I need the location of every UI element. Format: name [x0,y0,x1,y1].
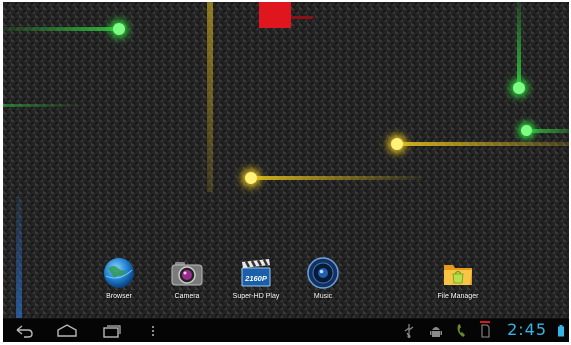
phone-icon [455,321,467,340]
menu-icon[interactable] [149,321,157,340]
app-browser[interactable]: Browser [84,256,154,306]
app-label: Music [313,293,333,300]
clapperboard-icon: 2160P [239,256,273,290]
back-icon[interactable] [13,321,35,340]
app-super-hd-play[interactable]: 2160P Super-HD Play [221,256,291,306]
battery-icon [557,321,565,340]
system-bar: 2:45 [3,318,569,342]
usb-icon [403,321,415,340]
speaker-icon [306,256,340,290]
clapper-text: 2160P [244,274,268,283]
app-camera[interactable]: Camera [152,256,222,306]
recent-apps-icon[interactable] [100,321,122,340]
home-icon[interactable] [55,321,79,340]
app-label: Camera [174,293,200,300]
globe-icon [102,256,136,290]
folder-icon [441,256,475,290]
app-file-manager[interactable]: File Manager [423,256,493,306]
app-label: Browser [106,293,132,300]
status-clock: 2:45 [507,320,547,339]
camera-icon [170,256,204,290]
app-label: File Manager [437,293,479,300]
sd-card-icon [479,321,491,340]
app-music[interactable]: Music [288,256,358,306]
app-label: Super-HD Play [232,293,280,300]
home-screen: Browser Camera 2160P Super-HD Play Music… [3,2,569,341]
android-debug-icon [429,321,443,340]
